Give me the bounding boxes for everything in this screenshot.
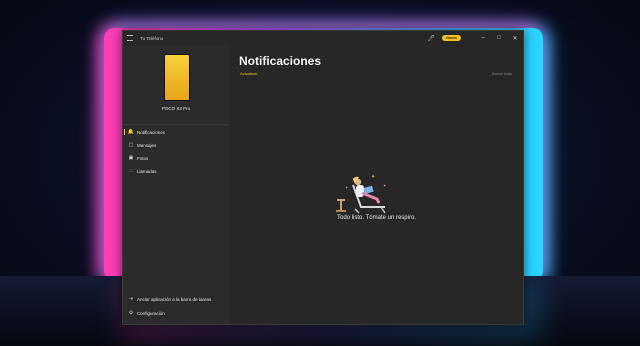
sidebar-item-llamadas[interactable]: ∷ Llamadas <box>123 165 229 177</box>
app-title: Tu Teléfono <box>140 35 164 41</box>
pin-icon: ⇥ <box>128 296 134 302</box>
pin-to-taskbar-item[interactable]: ⇥ Anclar aplicación a la barra de tareas <box>123 293 229 305</box>
sidebar: POCO X3 Pro 🔔 Notificaciones ▢ Mensajes … <box>123 45 229 324</box>
minimize-button[interactable]: – <box>475 31 491 45</box>
svg-text:✦: ✦ <box>371 174 375 180</box>
svg-text:✦: ✦ <box>383 183 387 188</box>
page-title: Notificaciones <box>239 54 322 68</box>
main-content: Notificaciones Actualizar Borrar todo ✦ … <box>230 45 523 324</box>
refresh-link[interactable]: Actualizar <box>240 71 258 76</box>
sidebar-item-label: Llamadas <box>137 168 157 174</box>
sidebar-item-fotos[interactable]: ▣ Fotos <box>123 152 229 164</box>
relax-illustration: ✦ ✦ ✦ <box>336 174 387 214</box>
title-bar-controls: 🖊 Nuevo – □ ✕ <box>427 31 523 45</box>
settings-label: Configuración <box>137 310 165 316</box>
message-icon: ▢ <box>128 142 134 148</box>
photo-icon: ▣ <box>128 155 134 161</box>
sidebar-divider <box>123 124 229 125</box>
sidebar-item-notificaciones[interactable]: 🔔 Notificaciones <box>123 126 229 138</box>
svg-text:✦: ✦ <box>345 185 349 190</box>
clear-all-button[interactable]: Borrar todo <box>492 71 512 76</box>
pin-icon[interactable]: 🖊 <box>427 35 435 42</box>
sidebar-item-label: Fotos <box>137 155 149 161</box>
sidebar-item-label: Mensajes <box>137 142 157 148</box>
sidebar-item-mensajes[interactable]: ▢ Mensajes <box>123 139 229 151</box>
device-name: POCO X3 Pro <box>161 106 191 111</box>
maximize-button[interactable]: □ <box>491 31 507 45</box>
title-bar[interactable]: Tu Teléfono 🖊 Nuevo – □ ✕ <box>123 31 523 45</box>
dialpad-icon: ∷ <box>129 168 133 174</box>
app-window: Tu Teléfono 🖊 Nuevo – □ ✕ POCO X3 Pro 🔔 … <box>122 30 524 325</box>
menu-icon[interactable] <box>127 35 133 41</box>
gear-icon: ⚙ <box>128 310 134 316</box>
close-button[interactable]: ✕ <box>507 31 523 45</box>
phone-image <box>164 54 190 101</box>
bell-icon: 🔔 <box>127 129 135 135</box>
sidebar-item-label: Notificaciones <box>137 129 166 135</box>
empty-state-message: Todo listo. Tómate un respiro. <box>337 215 416 221</box>
new-badge[interactable]: Nuevo <box>442 35 461 41</box>
settings-item[interactable]: ⚙ Configuración <box>123 307 229 319</box>
active-indicator <box>124 129 125 135</box>
pin-to-taskbar-label: Anclar aplicación a la barra de tareas <box>137 296 212 302</box>
